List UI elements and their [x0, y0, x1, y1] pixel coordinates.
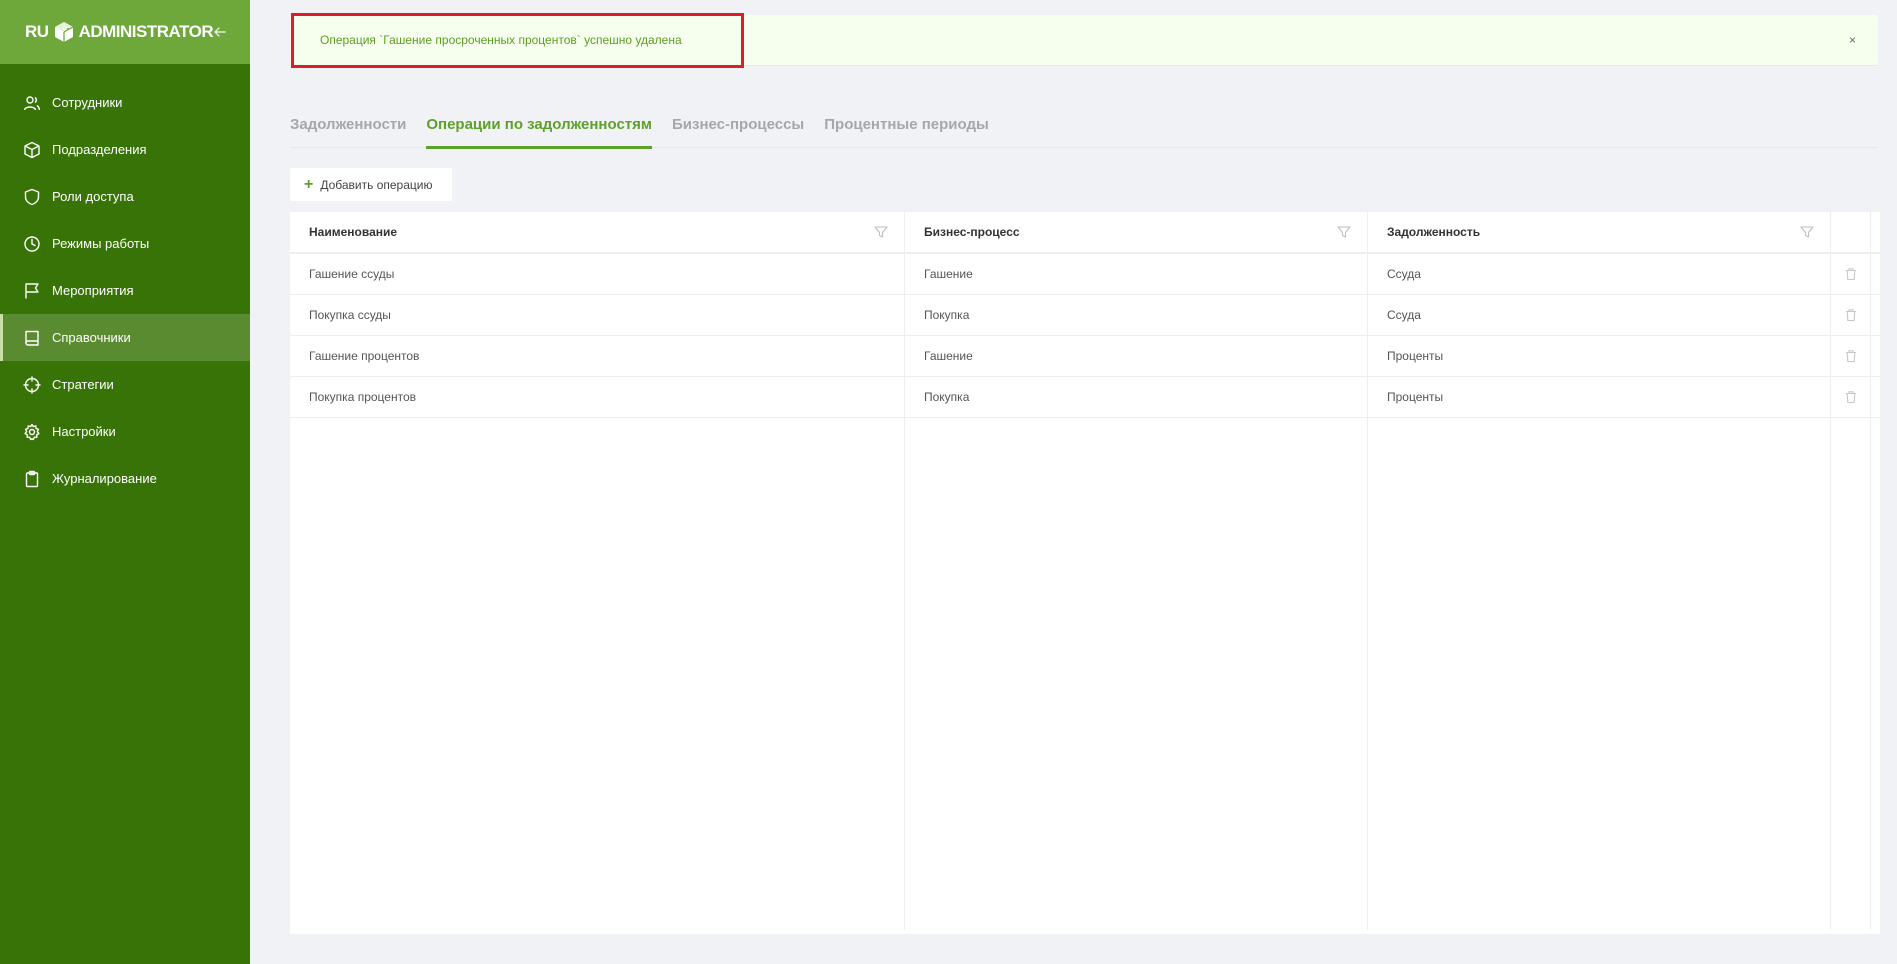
sidebar-item-label: Мероприятия — [52, 283, 134, 298]
add-operation-label: Добавить операцию — [320, 177, 433, 192]
delete-row-button[interactable] — [1831, 254, 1871, 294]
cell-business-process: Гашение — [905, 336, 1368, 376]
collapse-sidebar-button[interactable] — [213, 23, 227, 41]
cell-debt: Проценты — [1368, 377, 1831, 417]
sidebar-item-strategies[interactable]: Стратегии — [0, 361, 250, 408]
cell-business-process: Гашение — [905, 254, 1368, 294]
empty-column — [1831, 418, 1871, 930]
main-content: Операция `Гашение просроченных процентов… — [250, 0, 1897, 964]
sidebar-item-settings[interactable]: Настройки — [0, 408, 250, 455]
cell-debt: Ссуда — [1368, 254, 1831, 294]
trash-icon — [1844, 308, 1858, 322]
cell-name: Гашение процентов — [290, 336, 905, 376]
cell-business-process: Покупка — [905, 295, 1368, 335]
table-row[interactable]: Гашение процентов Гашение Проценты — [290, 336, 1880, 377]
add-operation-button[interactable]: + Добавить операцию — [290, 168, 452, 201]
column-header-actions — [1831, 212, 1871, 252]
sidebar-item-work-modes[interactable]: Режимы работы — [0, 220, 250, 267]
table-row[interactable]: Покупка процентов Покупка Проценты — [290, 377, 1880, 418]
logo[interactable]: RU ADMINISTRATOR — [25, 20, 214, 44]
cell-business-process: Покупка — [905, 377, 1368, 417]
alert-message: Операция `Гашение просроченных процентов… — [320, 33, 682, 47]
clock-icon — [23, 235, 41, 253]
trash-icon — [1844, 349, 1858, 363]
cell-debt: Ссуда — [1368, 295, 1831, 335]
filter-icon[interactable] — [1337, 225, 1351, 239]
crosshair-icon — [23, 375, 41, 394]
filter-icon[interactable] — [1800, 225, 1814, 239]
gear-icon — [23, 423, 41, 441]
sidebar-item-events[interactable]: Мероприятия — [0, 267, 250, 314]
cell-name: Покупка процентов — [290, 377, 905, 417]
operations-table: Наименование Бизнес-процесс Задолженност… — [290, 212, 1880, 934]
tab-debts[interactable]: Задолженности — [290, 116, 406, 148]
tabs: Задолженности Операции по задолженностям… — [290, 116, 1878, 149]
cube-icon — [23, 141, 41, 159]
sidebar-item-references[interactable]: Справочники — [0, 314, 250, 361]
table-body: Гашение ссуды Гашение Ссуда Покупка ссуд… — [290, 254, 1880, 930]
cube-logo-icon — [54, 22, 73, 42]
sidebar-item-label: Справочники — [52, 330, 131, 345]
shield-icon — [23, 188, 41, 206]
success-alert: Операция `Гашение просроченных процентов… — [290, 15, 1878, 66]
sidebar-item-departments[interactable]: Подразделения — [0, 126, 250, 173]
column-header-label: Задолженность — [1387, 225, 1481, 239]
empty-column — [905, 418, 1368, 930]
cell-name: Покупка ссуды — [290, 295, 905, 335]
trash-icon — [1844, 267, 1858, 281]
users-icon — [23, 94, 41, 112]
delete-row-button[interactable] — [1831, 295, 1871, 335]
tab-debt-operations[interactable]: Операции по задолженностям — [426, 116, 652, 149]
delete-row-button[interactable] — [1831, 336, 1871, 376]
sidebar-item-label: Настройки — [52, 424, 116, 439]
sidebar-header: RU ADMINISTRATOR — [0, 0, 250, 64]
plus-icon: + — [304, 175, 314, 193]
column-header-business-process: Бизнес-процесс — [905, 212, 1368, 252]
sidebar-nav: Сотрудники Подразделения Роли доступа Ре… — [0, 79, 250, 502]
table-empty-area — [290, 418, 1880, 930]
sidebar-item-label: Режимы работы — [52, 236, 150, 251]
cell-debt: Проценты — [1368, 336, 1831, 376]
column-header-debt: Задолженность — [1368, 212, 1831, 252]
clipboard-icon — [23, 470, 41, 488]
logo-text: ADMINISTRATOR — [78, 22, 214, 41]
column-header-label: Наименование — [309, 225, 398, 239]
delete-row-button[interactable] — [1831, 377, 1871, 417]
cell-name: Гашение ссуды — [290, 254, 905, 294]
column-header-name: Наименование — [290, 212, 905, 252]
table-header: Наименование Бизнес-процесс Задолженност… — [290, 212, 1880, 254]
sidebar-item-label: Журналирование — [52, 471, 157, 486]
sidebar-item-logging[interactable]: Журналирование — [0, 455, 250, 502]
empty-column — [1368, 418, 1831, 930]
sidebar-item-label: Сотрудники — [52, 95, 123, 110]
arrow-left-icon — [214, 27, 226, 37]
tab-interest-periods[interactable]: Процентные периоды — [824, 116, 989, 148]
sidebar-item-employees[interactable]: Сотрудники — [0, 79, 250, 126]
sidebar-item-access-roles[interactable]: Роли доступа — [0, 173, 250, 220]
book-icon — [23, 329, 41, 347]
sidebar-item-label: Стратегии — [52, 377, 114, 392]
filter-icon[interactable] — [874, 225, 888, 239]
empty-column — [290, 418, 905, 930]
table-row[interactable]: Покупка ссуды Покупка Ссуда — [290, 295, 1880, 336]
sidebar-item-label: Роли доступа — [52, 189, 134, 204]
sidebar-item-label: Подразделения — [52, 142, 147, 157]
tab-business-processes[interactable]: Бизнес-процессы — [672, 116, 804, 148]
alert-close-button[interactable]: × — [1849, 33, 1856, 47]
logo-prefix: RU — [25, 22, 49, 41]
flag-icon — [23, 282, 41, 300]
trash-icon — [1844, 390, 1858, 404]
table-row[interactable]: Гашение ссуды Гашение Ссуда — [290, 254, 1880, 295]
sidebar: RU ADMINISTRATOR Сотрудники Подразделени… — [0, 0, 250, 964]
column-header-label: Бизнес-процесс — [924, 225, 1020, 239]
